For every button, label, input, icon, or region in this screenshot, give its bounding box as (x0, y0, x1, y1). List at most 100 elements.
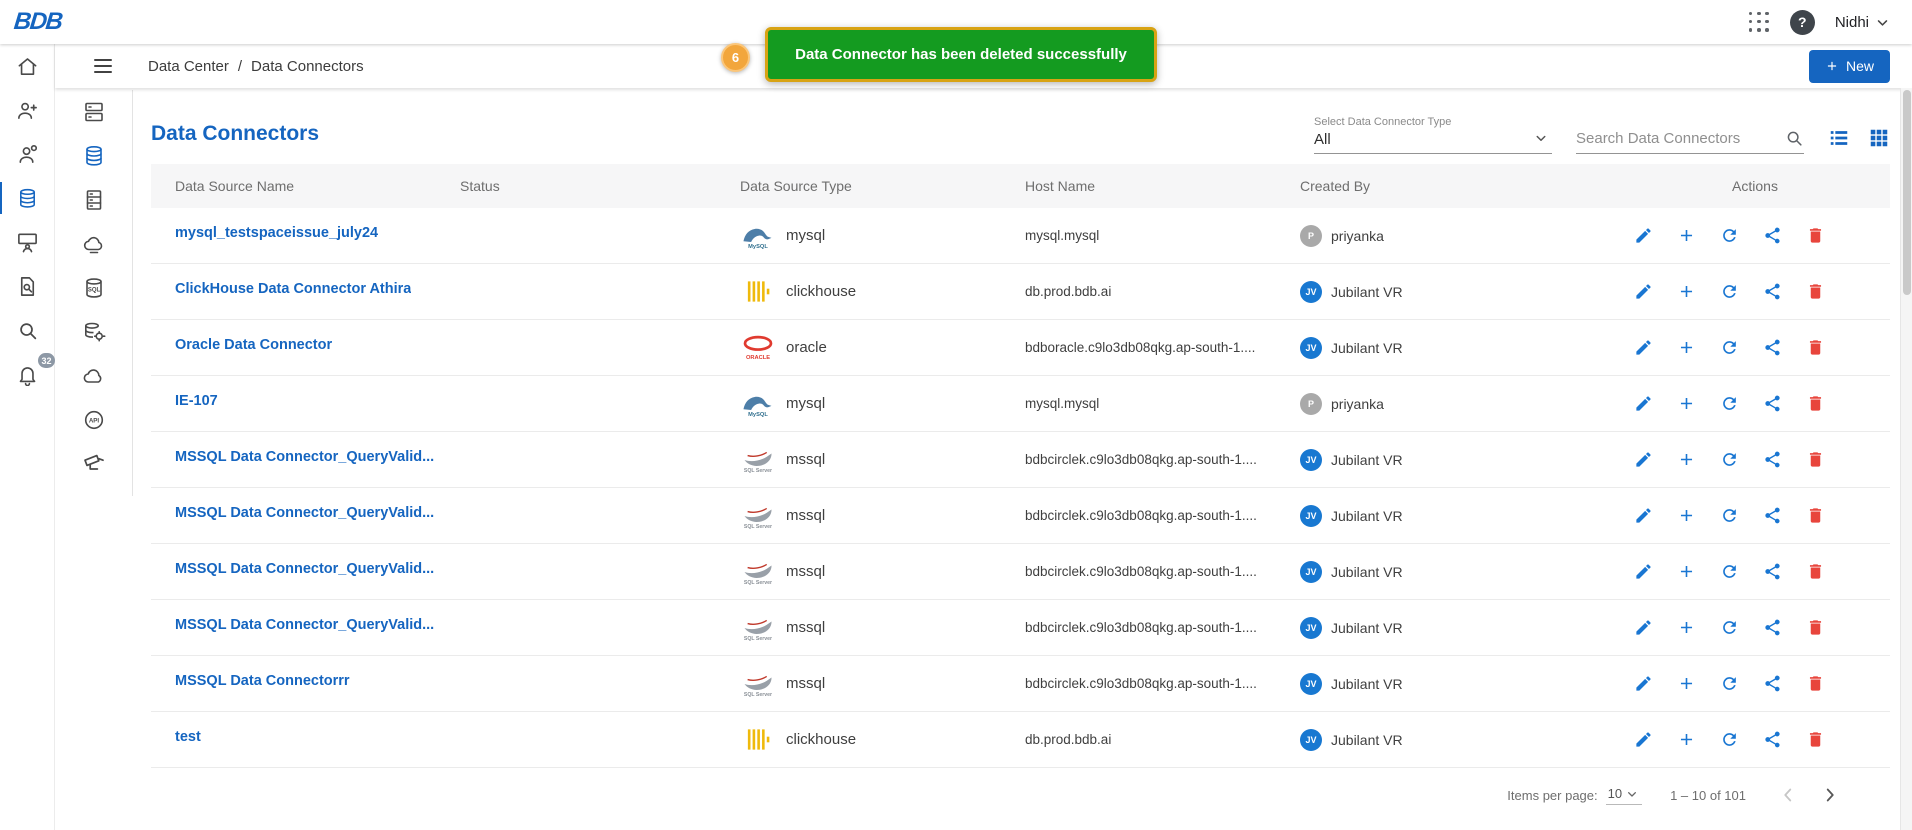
delete-button[interactable] (1800, 669, 1830, 699)
user-plus-icon[interactable] (7, 90, 47, 130)
delete-button[interactable] (1800, 501, 1830, 531)
share-button[interactable] (1757, 277, 1787, 307)
share-button[interactable] (1757, 557, 1787, 587)
share-button[interactable] (1757, 389, 1787, 419)
home-icon[interactable] (7, 46, 47, 86)
reload-button[interactable] (1714, 557, 1744, 587)
delete-button[interactable] (1800, 389, 1830, 419)
server-rack-icon[interactable] (74, 182, 114, 218)
edit-button[interactable] (1628, 333, 1658, 363)
servers-icon[interactable] (74, 94, 114, 130)
share-button[interactable] (1757, 221, 1787, 251)
reload-button[interactable] (1714, 613, 1744, 643)
bdb-logo[interactable]: BDB (13, 8, 63, 36)
reload-button[interactable] (1714, 669, 1744, 699)
add-button[interactable] (1671, 221, 1701, 251)
reload-button[interactable] (1714, 445, 1744, 475)
user-badge-icon[interactable] (7, 134, 47, 174)
share-button[interactable] (1757, 501, 1787, 531)
table-row: ClickHouse Data Connector Athira clickho… (151, 264, 1890, 320)
scrollbar[interactable] (1900, 88, 1912, 830)
edit-button[interactable] (1628, 389, 1658, 419)
share-button[interactable] (1757, 445, 1787, 475)
reload-button[interactable] (1714, 725, 1744, 755)
add-button[interactable] (1671, 669, 1701, 699)
grid-view-icon[interactable] (1868, 127, 1890, 149)
new-button[interactable]: New (1809, 50, 1890, 83)
previous-page-button[interactable] (1774, 781, 1802, 809)
created-by-cell: JV Jubilant VR (1300, 505, 1620, 527)
delete-button[interactable] (1800, 557, 1830, 587)
edit-button[interactable] (1628, 557, 1658, 587)
connector-name-link[interactable]: Oracle Data Connector (175, 337, 332, 353)
reload-button[interactable] (1714, 501, 1744, 531)
user-menu[interactable]: Nidhi (1835, 13, 1892, 32)
edit-button[interactable] (1628, 669, 1658, 699)
monitor-user-icon[interactable] (7, 222, 47, 262)
scrollbar-thumb[interactable] (1903, 90, 1911, 295)
edit-button[interactable] (1628, 277, 1658, 307)
search-icon[interactable] (1784, 128, 1804, 148)
api-icon[interactable] (74, 402, 114, 438)
reload-button[interactable] (1714, 221, 1744, 251)
connector-name-link[interactable]: ClickHouse Data Connector Athira (175, 281, 411, 297)
hamburger-menu-icon[interactable] (91, 54, 115, 78)
add-button[interactable] (1671, 277, 1701, 307)
notifications-bell-icon[interactable]: 32 (7, 354, 47, 394)
share-button[interactable] (1757, 725, 1787, 755)
apps-grid-icon[interactable] (1749, 12, 1770, 33)
chevron-down-icon (1624, 786, 1640, 802)
search-input[interactable] (1576, 130, 1784, 147)
connector-name-link[interactable]: IE-107 (175, 393, 218, 409)
data-center-database-icon[interactable] (7, 178, 47, 218)
document-search-icon[interactable] (7, 266, 47, 306)
delete-button[interactable] (1800, 221, 1830, 251)
edit-button[interactable] (1628, 613, 1658, 643)
cloud-database-icon[interactable] (74, 226, 114, 262)
add-button[interactable] (1671, 613, 1701, 643)
connector-name-link[interactable]: MSSQL Data Connectorrr (175, 673, 350, 689)
reload-button[interactable] (1714, 277, 1744, 307)
delete-button[interactable] (1800, 333, 1830, 363)
connector-name-link[interactable]: MSSQL Data Connector_QueryValid... (175, 561, 434, 577)
add-button[interactable] (1671, 445, 1701, 475)
connector-name-link[interactable]: MSSQL Data Connector_QueryValid... (175, 449, 434, 465)
cloud-icon[interactable] (74, 358, 114, 394)
data-connectors-icon[interactable] (74, 138, 114, 174)
connector-name-link[interactable]: mysql_testspaceissue_july24 (175, 225, 378, 241)
connector-name-link[interactable]: test (175, 729, 201, 745)
next-page-button[interactable] (1816, 781, 1844, 809)
sql-database-icon[interactable] (74, 270, 114, 306)
add-button[interactable] (1671, 501, 1701, 531)
add-button[interactable] (1671, 333, 1701, 363)
reload-button[interactable] (1714, 333, 1744, 363)
database-gear-icon[interactable] (74, 314, 114, 350)
edit-button[interactable] (1628, 445, 1658, 475)
avatar: JV (1300, 617, 1322, 639)
delete-button[interactable] (1800, 277, 1830, 307)
reload-button[interactable] (1714, 389, 1744, 419)
edit-button[interactable] (1628, 725, 1658, 755)
delete-button[interactable] (1800, 725, 1830, 755)
delete-button[interactable] (1800, 445, 1830, 475)
type-label: mssql (786, 451, 825, 468)
list-view-icon[interactable] (1828, 127, 1850, 149)
delete-button[interactable] (1800, 613, 1830, 643)
breadcrumb-data-center[interactable]: Data Center (148, 58, 229, 75)
edit-button[interactable] (1628, 221, 1658, 251)
edit-button[interactable] (1628, 501, 1658, 531)
connector-name-link[interactable]: MSSQL Data Connector_QueryValid... (175, 505, 434, 521)
items-per-page-select[interactable]: 10 (1606, 786, 1642, 805)
share-button[interactable] (1757, 613, 1787, 643)
add-button[interactable] (1671, 389, 1701, 419)
help-icon[interactable] (1790, 10, 1815, 35)
type-label: clickhouse (786, 731, 856, 748)
connector-type-select[interactable]: Select Data Connector Type All (1314, 116, 1552, 154)
search-magnifier-icon[interactable] (7, 310, 47, 350)
add-button[interactable] (1671, 725, 1701, 755)
cctv-camera-icon[interactable] (74, 446, 114, 482)
connector-name-link[interactable]: MSSQL Data Connector_QueryValid... (175, 617, 434, 633)
add-button[interactable] (1671, 557, 1701, 587)
share-button[interactable] (1757, 333, 1787, 363)
share-button[interactable] (1757, 669, 1787, 699)
